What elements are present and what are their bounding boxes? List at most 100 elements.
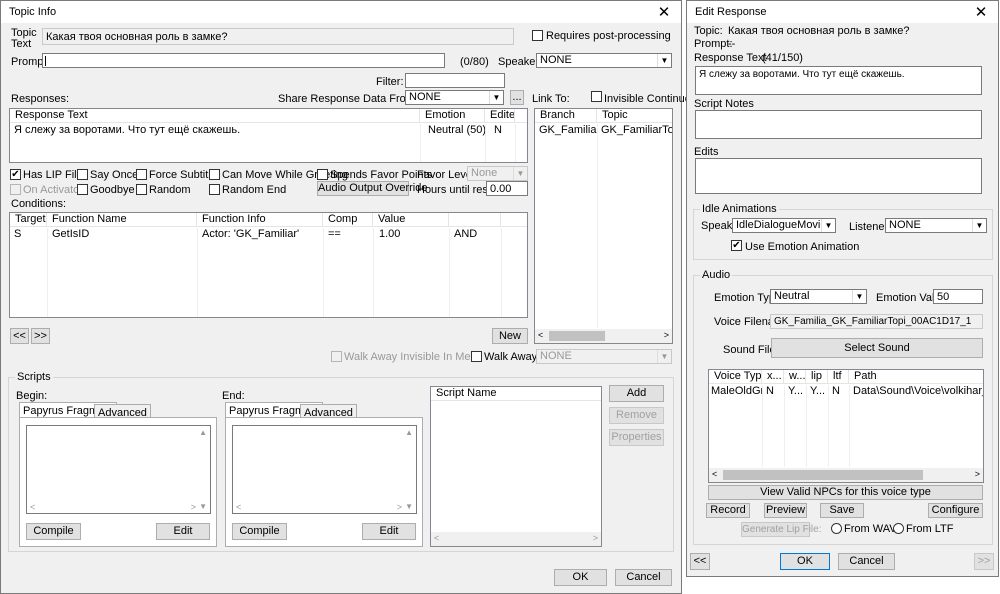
- random-end-checkbox[interactable]: [209, 184, 220, 195]
- listener-select[interactable]: NONE ▼: [885, 218, 987, 233]
- configure-button[interactable]: Configure: [928, 503, 983, 518]
- horizontal-scrollbar[interactable]: < >: [535, 329, 672, 343]
- prev-response-button[interactable]: <<: [690, 553, 710, 570]
- from-ltf-radio[interactable]: [893, 523, 904, 534]
- from-wav-radio[interactable]: [831, 523, 842, 534]
- chevron-left-icon[interactable]: <: [712, 469, 717, 479]
- goodbye-checkbox[interactable]: [77, 184, 88, 195]
- end-fragment-text[interactable]: ▲ ▼ < >: [232, 425, 417, 514]
- column-header[interactable]: Topic: [597, 109, 672, 123]
- favor-level-select[interactable]: None ▼: [467, 166, 528, 181]
- column-header[interactable]: lip: [806, 370, 828, 384]
- column-header[interactable]: [449, 213, 501, 227]
- ok-button[interactable]: OK: [554, 569, 607, 586]
- close-icon[interactable]: ✕: [972, 3, 990, 21]
- new-condition-button[interactable]: New: [492, 328, 528, 344]
- conditions-table[interactable]: Target Function Name Function Info Comp …: [9, 212, 528, 318]
- properties-button[interactable]: Properties: [609, 429, 664, 446]
- ok-button[interactable]: OK: [780, 553, 830, 570]
- column-header[interactable]: Emotion: [420, 109, 485, 123]
- remove-script-button[interactable]: Remove: [609, 407, 664, 424]
- voice-type-table[interactable]: Voice Type x... w... lip ltf Path MaleOl…: [708, 369, 984, 483]
- column-header[interactable]: [501, 213, 527, 227]
- column-header[interactable]: w...: [784, 370, 806, 384]
- record-button[interactable]: Record: [706, 503, 750, 518]
- filter-input[interactable]: [405, 73, 505, 88]
- chevron-left-icon[interactable]: <: [434, 533, 439, 543]
- chevron-left-icon[interactable]: <: [538, 330, 543, 340]
- emotion-type-select[interactable]: Neutral ▼: [770, 289, 867, 304]
- column-header[interactable]: Response Text: [10, 109, 420, 123]
- begin-fragment-text[interactable]: ▲ ▼ < >: [26, 425, 211, 514]
- column-header[interactable]: [515, 109, 527, 123]
- requires-post-processing-checkbox[interactable]: [532, 30, 543, 41]
- column-header[interactable]: Voice Type: [709, 370, 762, 384]
- force-subtitle-checkbox[interactable]: [136, 169, 147, 180]
- chevron-right-icon[interactable]: >: [593, 533, 598, 543]
- script-notes-input[interactable]: [695, 110, 982, 139]
- emotion-value-input[interactable]: 50: [933, 289, 983, 304]
- column-header[interactable]: Script Name: [431, 387, 601, 401]
- response-text-input[interactable]: Я слежу за воротами. Что тут ещё скажешь…: [695, 66, 982, 95]
- column-header[interactable]: Function Info: [197, 213, 323, 227]
- cancel-button[interactable]: Cancel: [615, 569, 672, 586]
- idle-speaker-select[interactable]: IdleDialogueMovingTalkA▼: [732, 218, 836, 233]
- column-header[interactable]: Path: [849, 370, 983, 384]
- generate-lip-button[interactable]: Generate Lip File:: [741, 522, 822, 537]
- chevron-right-icon[interactable]: >: [397, 502, 402, 512]
- scrollbar-thumb[interactable]: [723, 470, 923, 480]
- say-once-checkbox[interactable]: [77, 169, 88, 180]
- has-lip-checkbox[interactable]: ✔: [10, 169, 21, 180]
- speaker-select[interactable]: NONE ▼: [536, 53, 672, 68]
- chevron-down-icon[interactable]: ▼: [405, 502, 413, 511]
- edit-begin-button[interactable]: Edit: [156, 523, 210, 540]
- scrollbar-thumb[interactable]: [549, 331, 605, 341]
- share-browse-button[interactable]: ...: [510, 90, 524, 105]
- hours-input[interactable]: 0.00: [486, 181, 528, 196]
- next-response-button[interactable]: >>: [974, 553, 994, 570]
- prompt-input[interactable]: [42, 53, 445, 68]
- edits-input[interactable]: [695, 158, 982, 194]
- use-emotion-checkbox[interactable]: ✔: [731, 240, 742, 251]
- save-button[interactable]: Save: [820, 503, 864, 518]
- link-to-table[interactable]: Branch Topic GK_FamiliarB... GK_Familiar…: [534, 108, 673, 344]
- column-header[interactable]: ltf: [828, 370, 849, 384]
- chevron-left-icon[interactable]: <: [236, 502, 241, 512]
- can-move-checkbox[interactable]: [209, 169, 220, 180]
- responses-table[interactable]: Response Text Emotion Edited Я слежу за …: [9, 108, 528, 163]
- column-header[interactable]: Edited: [485, 109, 515, 123]
- horizontal-scrollbar[interactable]: < >: [709, 468, 983, 482]
- chevron-right-icon[interactable]: >: [664, 330, 669, 340]
- script-name-list[interactable]: Script Name < >: [430, 386, 602, 547]
- preview-button[interactable]: Preview: [764, 503, 807, 518]
- close-icon[interactable]: ✕: [655, 3, 673, 21]
- random-checkbox[interactable]: [136, 184, 147, 195]
- edit-end-button[interactable]: Edit: [362, 523, 416, 540]
- column-header[interactable]: x...: [762, 370, 784, 384]
- next-condition-button[interactable]: >>: [31, 328, 50, 344]
- prev-condition-button[interactable]: <<: [10, 328, 29, 344]
- chevron-right-icon[interactable]: >: [191, 502, 196, 512]
- invisible-continue-checkbox[interactable]: [591, 91, 602, 102]
- column-header[interactable]: Function Name: [47, 213, 197, 227]
- share-select[interactable]: NONE ▼: [405, 90, 504, 105]
- column-header[interactable]: Comp: [323, 213, 373, 227]
- column-header[interactable]: Target: [10, 213, 47, 227]
- walk-away-checkbox[interactable]: [471, 351, 482, 362]
- cancel-button[interactable]: Cancel: [838, 553, 895, 570]
- chevron-right-icon[interactable]: >: [975, 469, 980, 479]
- audio-output-override-button[interactable]: Audio Output Override: [317, 181, 427, 196]
- chevron-left-icon[interactable]: <: [30, 502, 35, 512]
- compile-begin-button[interactable]: Compile: [26, 523, 81, 540]
- spends-favor-checkbox[interactable]: [317, 169, 328, 180]
- chevron-up-icon[interactable]: ▲: [199, 428, 207, 437]
- on-activator-checkbox[interactable]: [10, 184, 21, 195]
- select-sound-button[interactable]: Select Sound: [771, 338, 983, 358]
- view-valid-npcs-button[interactable]: View Valid NPCs for this voice type: [708, 485, 983, 500]
- walk-away-select[interactable]: NONE ▼: [536, 349, 672, 364]
- horizontal-scrollbar[interactable]: < >: [431, 532, 601, 546]
- chevron-down-icon[interactable]: ▼: [199, 502, 207, 511]
- add-script-button[interactable]: Add: [609, 385, 664, 402]
- compile-end-button[interactable]: Compile: [232, 523, 287, 540]
- chevron-up-icon[interactable]: ▲: [405, 428, 413, 437]
